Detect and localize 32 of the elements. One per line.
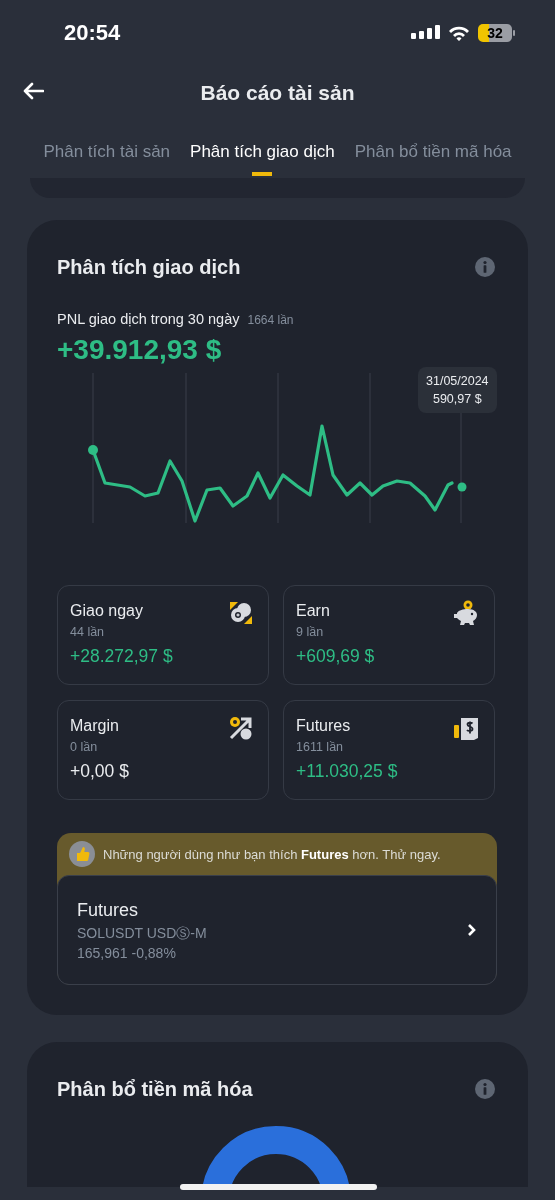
product-name: Giao ngay xyxy=(70,601,143,621)
pnl-amount: +11.030,25 $ xyxy=(296,760,398,783)
pnl-amount: +28.272,97 $ xyxy=(70,645,173,668)
product-tile[interactable]: Futures 1611 lần +11.030,25 $ xyxy=(283,700,495,800)
page-title: Báo cáo tài sản xyxy=(200,80,355,105)
trade-count: 0 lần xyxy=(70,739,98,756)
trade-count: 1664 lần xyxy=(247,313,294,327)
product-tile[interactable]: Earn 9 lần +609,69 $ xyxy=(283,585,495,685)
section-title: Phân bổ tiền mã hóa xyxy=(57,1077,253,1101)
futures-promo-card[interactable]: Futures SOLUSDT USDⓈ-M 165,961 -0,88% xyxy=(57,875,497,985)
promo-message: Những người dùng như bạn thích Futures hơn. Thử ngay. xyxy=(103,846,441,862)
pnl-amount: +0,00 $ xyxy=(70,760,129,783)
section-title: Phân tích giao dịch xyxy=(57,255,241,279)
pnl-label: PNL giao dịch trong 30 ngày xyxy=(57,311,240,327)
product-name: Margin xyxy=(70,716,119,736)
tab[interactable]: Phân bổ tiền mã hóa xyxy=(354,120,512,178)
trade-count: 1611 lần xyxy=(296,739,344,756)
trade-count: 44 lần xyxy=(70,624,105,641)
price-change: 165,961 -0,88% xyxy=(77,944,176,963)
pnl-total: +39.912,93 $ xyxy=(57,333,222,367)
trade-count: 9 lần xyxy=(296,624,324,641)
product-tile[interactable]: Margin 0 lần +0,00 $ xyxy=(57,700,269,800)
pnl-amount: +609,69 $ xyxy=(296,645,375,668)
clock-time: 20:54 xyxy=(64,19,122,46)
chart-tooltip: 31/05/2024 590,97 $ xyxy=(418,367,497,413)
product-name: Futures xyxy=(77,899,139,922)
tab[interactable]: Phân tích tài sản xyxy=(43,120,171,178)
product-name: Earn xyxy=(296,601,330,621)
contract-symbol: SOLUSDT USDⓈ-M xyxy=(77,924,207,943)
product-tile[interactable]: Giao ngay 44 lần +28.272,97 $ xyxy=(57,585,269,685)
product-name: Futures xyxy=(296,716,351,736)
tab[interactable]: Phân tích giao dịch xyxy=(190,120,335,178)
